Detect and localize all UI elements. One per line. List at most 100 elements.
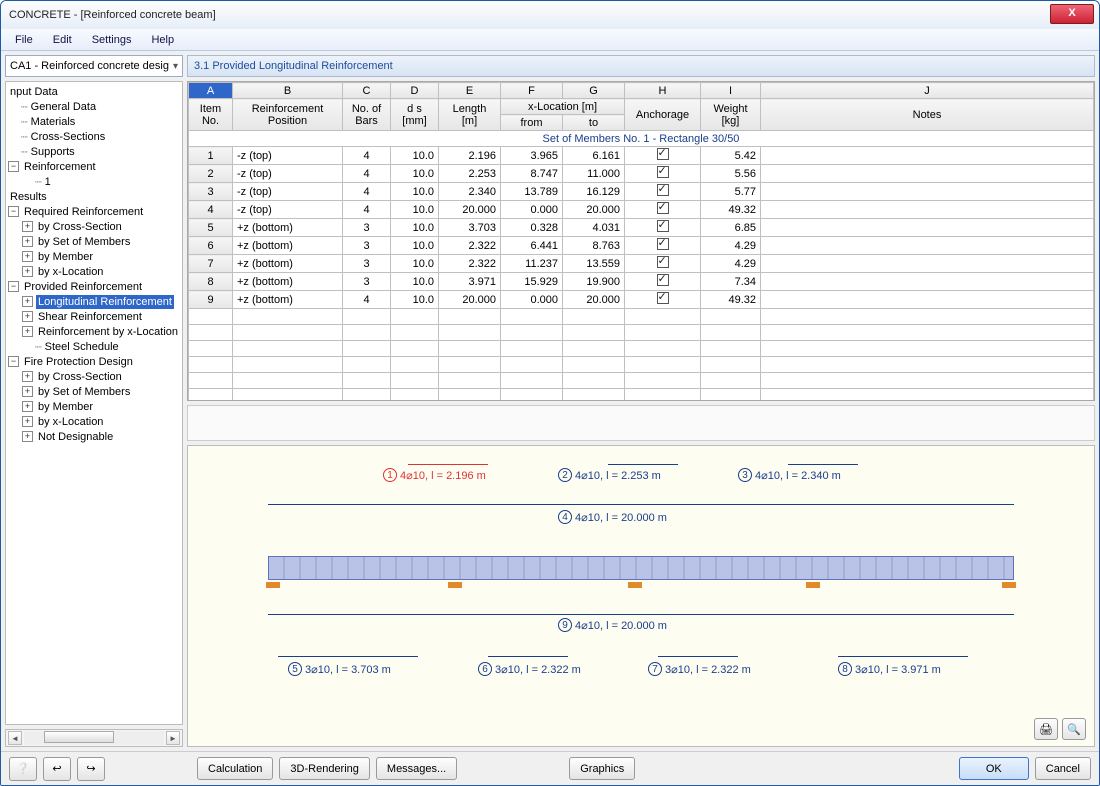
col-D[interactable]: D: [391, 83, 439, 99]
expand-icon[interactable]: +: [22, 416, 33, 427]
tree-general-data[interactable]: ····General Data: [6, 99, 182, 114]
tree-reinf-1[interactable]: ····1: [6, 174, 182, 189]
anchorage-checkbox[interactable]: [657, 292, 669, 304]
expand-icon[interactable]: +: [22, 221, 33, 232]
close-button[interactable]: X: [1050, 4, 1094, 24]
anchorage-checkbox[interactable]: [657, 274, 669, 286]
expand-icon[interactable]: +: [22, 386, 33, 397]
tree-hscroll[interactable]: ◄ ►: [5, 729, 183, 747]
diag-bar-5[interactable]: 53⌀10, l = 3.703 m: [288, 662, 391, 676]
anchorage-checkbox[interactable]: [657, 256, 669, 268]
case-dropdown[interactable]: CA1 - Reinforced concrete desig ▾: [5, 55, 183, 77]
print-button[interactable]: 🖨: [1034, 718, 1058, 740]
tree-fire-protection[interactable]: −Fire Protection Design: [6, 354, 182, 369]
diag-bar-7[interactable]: 73⌀10, l = 2.322 m: [648, 662, 751, 676]
diag-bar-3[interactable]: 34⌀10, l = 2.340 m: [738, 468, 841, 482]
anchorage-checkbox[interactable]: [657, 166, 669, 178]
expand-icon[interactable]: +: [22, 296, 33, 307]
table-row[interactable]: 5+z (bottom)310.03.7030.3284.0316.85: [189, 219, 1094, 237]
collapse-icon[interactable]: −: [8, 206, 19, 217]
scroll-right-icon[interactable]: ►: [166, 731, 180, 745]
tree-fp-som[interactable]: +by Set of Members: [6, 384, 182, 399]
scroll-left-icon[interactable]: ◄: [8, 731, 22, 745]
tree-steel-schedule[interactable]: ····Steel Schedule: [6, 339, 182, 354]
table-row[interactable]: 2-z (top)410.02.2538.74711.0005.56: [189, 165, 1094, 183]
messages-button[interactable]: Messages...: [376, 757, 457, 780]
anchorage-checkbox[interactable]: [657, 184, 669, 196]
col-B[interactable]: B: [233, 83, 343, 99]
diag-bar-4[interactable]: 44⌀10, l = 20.000 m: [558, 510, 667, 524]
tree-required-reinf[interactable]: −Required Reinforcement: [6, 204, 182, 219]
col-F[interactable]: F: [501, 83, 563, 99]
anchorage-checkbox[interactable]: [657, 220, 669, 232]
cancel-button[interactable]: Cancel: [1035, 757, 1091, 780]
nav-tree[interactable]: nput Data ····General Data ····Materials…: [5, 81, 183, 725]
tree-not-designable[interactable]: +Not Designable: [6, 429, 182, 444]
tree-reinforcement[interactable]: −Reinforcement: [6, 159, 182, 174]
tree-long-reinf[interactable]: +Longitudinal Reinforcement: [6, 294, 182, 309]
scroll-track[interactable]: [24, 731, 164, 745]
collapse-icon[interactable]: −: [8, 356, 19, 367]
collapse-icon[interactable]: −: [8, 281, 19, 292]
anchorage-checkbox[interactable]: [657, 148, 669, 160]
expand-icon[interactable]: +: [22, 431, 33, 442]
table-row[interactable]: 8+z (bottom)310.03.97115.92919.9007.34: [189, 273, 1094, 291]
expand-icon[interactable]: +: [22, 311, 33, 322]
ok-button[interactable]: OK: [959, 757, 1029, 780]
group-row[interactable]: Set of Members No. 1 - Rectangle 30/50: [189, 131, 1094, 147]
menu-edit[interactable]: Edit: [43, 31, 82, 49]
col-C[interactable]: C: [343, 83, 391, 99]
menu-settings[interactable]: Settings: [82, 31, 142, 49]
expand-icon[interactable]: +: [22, 401, 33, 412]
zoom-button[interactable]: 🔍: [1062, 718, 1086, 740]
table-row[interactable]: 1-z (top)410.02.1963.9656.1615.42: [189, 147, 1094, 165]
col-H[interactable]: H: [625, 83, 701, 99]
help-button[interactable]: ❔: [9, 757, 37, 781]
table-row[interactable]: 7+z (bottom)310.02.32211.23713.5594.29: [189, 255, 1094, 273]
tree-reinf-xloc[interactable]: +Reinforcement by x-Location: [6, 324, 182, 339]
diag-bar-1[interactable]: 14⌀10, l = 2.196 m: [383, 468, 486, 482]
diag-bar-9[interactable]: 94⌀10, l = 20.000 m: [558, 618, 667, 632]
graphics-button[interactable]: Graphics: [569, 757, 635, 780]
tree-req-cs[interactable]: +by Cross-Section: [6, 219, 182, 234]
table-row[interactable]: 4-z (top)410.020.0000.00020.00049.32: [189, 201, 1094, 219]
tree-fp-xloc[interactable]: +by x-Location: [6, 414, 182, 429]
data-grid[interactable]: A B C D E F G H I J ItemNo.: [187, 81, 1095, 401]
col-A[interactable]: A: [189, 83, 233, 99]
collapse-icon[interactable]: −: [8, 161, 19, 172]
tree-materials[interactable]: ····Materials: [6, 114, 182, 129]
prev-button[interactable]: ↩: [43, 757, 71, 781]
expand-icon[interactable]: +: [22, 371, 33, 382]
expand-icon[interactable]: +: [22, 266, 33, 277]
tree-shear-reinf[interactable]: +Shear Reinforcement: [6, 309, 182, 324]
tree-req-xloc[interactable]: +by x-Location: [6, 264, 182, 279]
col-J[interactable]: J: [761, 83, 1094, 99]
tree-fp-cs[interactable]: +by Cross-Section: [6, 369, 182, 384]
table-row[interactable]: 3-z (top)410.02.34013.78916.1295.77: [189, 183, 1094, 201]
tree-input-data[interactable]: nput Data: [6, 84, 182, 99]
diag-bar-8[interactable]: 83⌀10, l = 3.971 m: [838, 662, 941, 676]
anchorage-checkbox[interactable]: [657, 238, 669, 250]
anchorage-checkbox[interactable]: [657, 202, 669, 214]
menu-file[interactable]: File: [5, 31, 43, 49]
tree-fp-member[interactable]: +by Member: [6, 399, 182, 414]
tree-supports[interactable]: ····Supports: [6, 144, 182, 159]
calculation-button[interactable]: Calculation: [197, 757, 273, 780]
scroll-thumb[interactable]: [44, 731, 114, 743]
expand-icon[interactable]: +: [22, 326, 33, 337]
diag-bar-2[interactable]: 24⌀10, l = 2.253 m: [558, 468, 661, 482]
tree-req-member[interactable]: +by Member: [6, 249, 182, 264]
col-E[interactable]: E: [439, 83, 501, 99]
expand-icon[interactable]: +: [22, 236, 33, 247]
tree-cross-sections[interactable]: ····Cross-Sections: [6, 129, 182, 144]
tree-results[interactable]: Results: [6, 189, 182, 204]
next-button[interactable]: ↪: [77, 757, 105, 781]
reinforcement-diagram[interactable]: 14⌀10, l = 2.196 m 24⌀10, l = 2.253 m 34…: [187, 445, 1095, 747]
diag-bar-6[interactable]: 63⌀10, l = 2.322 m: [478, 662, 581, 676]
tree-provided-reinf[interactable]: −Provided Reinforcement: [6, 279, 182, 294]
expand-icon[interactable]: +: [22, 251, 33, 262]
col-I[interactable]: I: [701, 83, 761, 99]
tree-req-som[interactable]: +by Set of Members: [6, 234, 182, 249]
table-row[interactable]: 9+z (bottom)410.020.0000.00020.00049.32: [189, 291, 1094, 309]
table-row[interactable]: 6+z (bottom)310.02.3226.4418.7634.29: [189, 237, 1094, 255]
